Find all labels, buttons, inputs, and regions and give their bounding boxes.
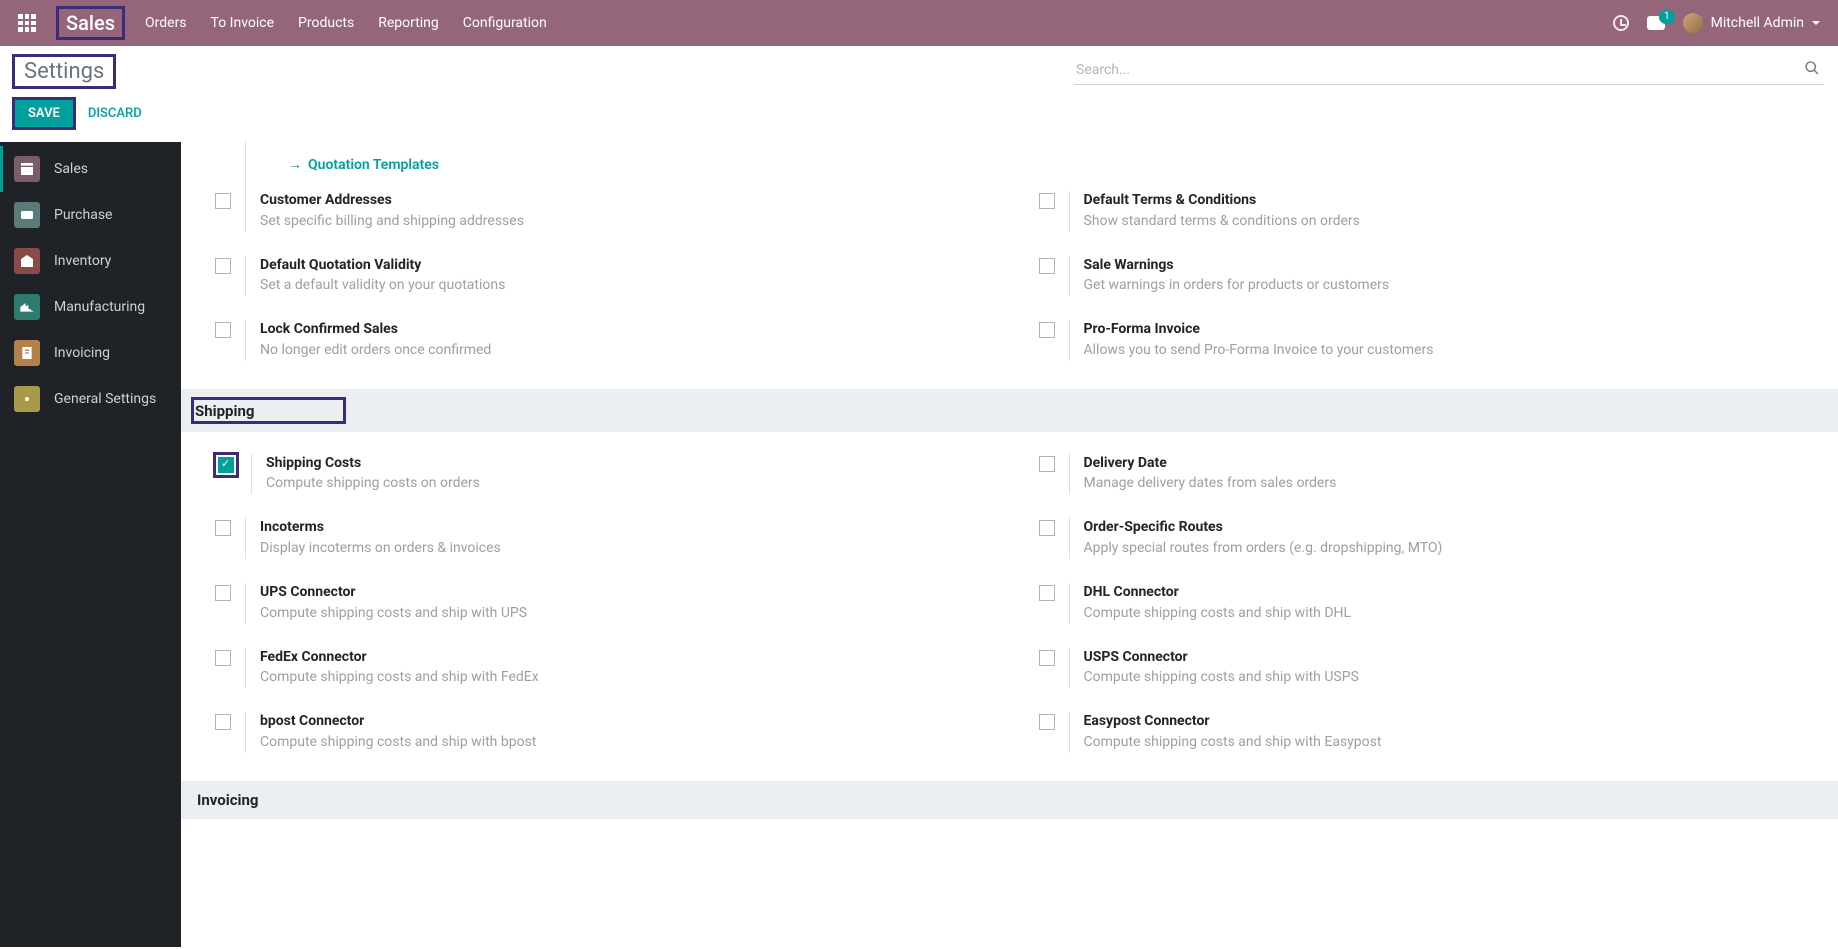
purchase-icon [14,202,40,228]
setting-proforma: Pro-Forma InvoiceAllows you to send Pro-… [1039,320,1823,361]
apps-icon[interactable] [18,14,36,32]
sidebar-item-sales[interactable]: Sales [0,146,181,192]
search-wrap [1074,56,1824,85]
search-input[interactable] [1074,56,1824,85]
checkbox[interactable] [215,520,231,536]
setting-fedex: FedEx ConnectorCompute shipping costs an… [215,648,999,689]
search-icon[interactable] [1804,60,1820,76]
activity-icon[interactable] [1613,15,1629,31]
setting-delivery-date: Delivery DateManage delivery dates from … [1039,454,1823,495]
setting-ups: UPS ConnectorCompute shipping costs and … [215,583,999,624]
section-invoicing: Invoicing [181,781,1838,819]
main: Sales Purchase Inventory Manufacturing I… [0,142,1838,947]
quotation-templates-row: → Quotation Templates [288,142,1822,191]
sidebar: Sales Purchase Inventory Manufacturing I… [0,142,181,947]
settings-grid-top: Customer AddressesSet specific billing a… [215,191,1822,389]
checkbox[interactable] [215,585,231,601]
setting-default-terms: Default Terms & ConditionsShow standard … [1039,191,1823,232]
nav-to-invoice[interactable]: To Invoice [211,15,275,31]
sidebar-label: Invoicing [54,345,110,361]
setting-order-routes: Order-Specific RoutesApply special route… [1039,518,1823,559]
checkbox[interactable] [218,457,234,473]
quotation-templates-link[interactable]: → Quotation Templates [288,156,439,173]
setting-bpost: bpost ConnectorCompute shipping costs an… [215,712,999,753]
invoicing-icon [14,340,40,366]
top-nav: Sales Orders To Invoice Products Reporti… [0,0,1838,46]
inventory-icon [14,248,40,274]
discard-button[interactable]: DISCARD [88,106,142,121]
setting-lock-confirmed: Lock Confirmed SalesNo longer edit order… [215,320,999,361]
nav-reporting[interactable]: Reporting [378,15,439,31]
sales-icon [14,156,40,182]
manufacturing-icon [14,294,40,320]
checkbox[interactable] [1039,650,1055,666]
checkbox[interactable] [215,714,231,730]
setting-usps: USPS ConnectorCompute shipping costs and… [1039,648,1823,689]
nav-orders[interactable]: Orders [145,15,187,31]
page-title: Settings [14,56,114,87]
top-nav-right: 1 Mitchell Admin [1613,13,1820,33]
checkbox[interactable] [215,258,231,274]
checkbox[interactable] [1039,193,1055,209]
nav-products[interactable]: Products [298,15,354,31]
checkbox[interactable] [1039,585,1055,601]
setting-sale-warnings: Sale WarningsGet warnings in orders for … [1039,256,1823,297]
sidebar-label: Manufacturing [54,299,145,315]
action-bar: SAVE DISCARD [0,93,1838,142]
chat-icon[interactable]: 1 [1647,16,1665,30]
checkbox[interactable] [215,322,231,338]
section-shipping: Shipping [181,389,1838,432]
content: → Quotation Templates Customer Addresses… [181,142,1838,947]
sidebar-label: Sales [54,161,88,177]
checkbox[interactable] [1039,456,1055,472]
notif-badge: 1 [1659,10,1675,24]
user-name: Mitchell Admin [1711,15,1804,31]
brand-label[interactable]: Sales [58,8,123,38]
checkbox[interactable] [1039,258,1055,274]
setting-incoterms: IncotermsDisplay incoterms on orders & i… [215,518,999,559]
checkbox[interactable] [215,193,231,209]
chevron-down-icon [1812,21,1820,29]
sidebar-item-general-settings[interactable]: General Settings [0,376,181,422]
setting-easypost: Easypost ConnectorCompute shipping costs… [1039,712,1823,753]
setting-customer-addresses: Customer AddressesSet specific billing a… [215,191,999,232]
arrow-right-icon: → [288,156,302,173]
nav-configuration[interactable]: Configuration [463,15,547,31]
sidebar-label: General Settings [54,391,156,407]
sidebar-item-inventory[interactable]: Inventory [0,238,181,284]
save-button[interactable]: SAVE [14,99,74,128]
checkbox[interactable] [215,650,231,666]
checkbox[interactable] [1039,520,1055,536]
checkbox[interactable] [1039,322,1055,338]
settings-grid-shipping: Shipping CostsCompute shipping costs on … [215,454,1822,781]
setting-dhl: DHL ConnectorCompute shipping costs and … [1039,583,1823,624]
sidebar-label: Inventory [54,253,111,269]
sidebar-item-manufacturing[interactable]: Manufacturing [0,284,181,330]
setting-shipping-costs: Shipping CostsCompute shipping costs on … [215,454,999,495]
sidebar-item-invoicing[interactable]: Invoicing [0,330,181,376]
nav-links: Orders To Invoice Products Reporting Con… [145,15,547,31]
sidebar-item-purchase[interactable]: Purchase [0,192,181,238]
checkbox[interactable] [1039,714,1055,730]
gear-icon [14,386,40,412]
sidebar-label: Purchase [54,207,112,223]
user-menu[interactable]: Mitchell Admin [1683,13,1820,33]
subheader: Settings [0,46,1838,93]
avatar [1683,13,1703,33]
setting-default-validity: Default Quotation ValiditySet a default … [215,256,999,297]
